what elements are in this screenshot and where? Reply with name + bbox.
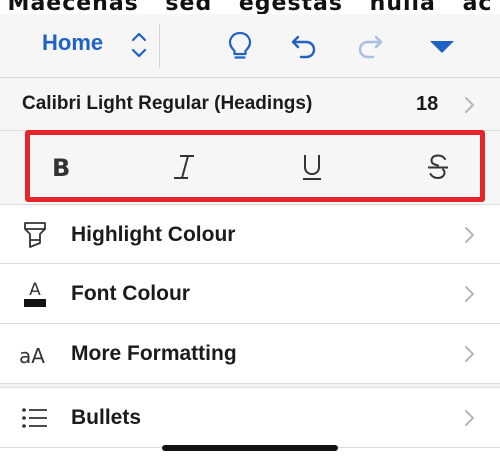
highlighter-icon (18, 219, 52, 251)
chevron-right-icon (463, 285, 475, 303)
highlight-colour-label: Highlight Colour (71, 223, 236, 246)
ribbon-toolbar: Home (0, 14, 500, 78)
bullets-label: Bullets (71, 406, 142, 429)
document-text-peek: Maecenas sed egestas nulla ac (0, 0, 500, 14)
font-colour-label: Font Colour (71, 282, 190, 305)
document-text: Maecenas sed egestas nulla ac (7, 0, 493, 14)
redo-icon[interactable] (352, 28, 388, 64)
chevron-right-icon (463, 345, 475, 363)
home-indicator[interactable] (162, 445, 338, 451)
chevron-up-down-icon[interactable] (128, 28, 150, 62)
font-size: 18 (416, 93, 439, 115)
highlight-colour-row[interactable]: Highlight Colour (0, 204, 500, 263)
undo-icon[interactable] (286, 28, 322, 64)
font-colour-row[interactable]: A Font Colour (0, 263, 500, 323)
font-selector-row[interactable]: Calibri Light Regular (Headings) 18 (0, 78, 500, 130)
ribbon-tab-home[interactable]: Home (42, 30, 103, 56)
chevron-right-icon (463, 96, 475, 114)
more-formatting-row[interactable]: aA More Formatting (0, 323, 500, 383)
highlight-annotation-box (25, 130, 485, 202)
lightbulb-icon[interactable] (222, 28, 258, 64)
more-formatting-label: More Formatting (71, 342, 237, 365)
font-colour-icon: A (18, 278, 52, 310)
font-colour-icon-letter: A (29, 280, 41, 300)
more-formatting-icon-text: aA (19, 344, 45, 368)
font-name: Calibri Light Regular (Headings) (22, 93, 313, 114)
bullet-list-icon (18, 402, 52, 434)
text-size-icon: aA (18, 338, 52, 370)
bullets-row[interactable]: Bullets (0, 387, 500, 447)
toolbar-divider (159, 24, 160, 68)
caret-down-icon[interactable] (424, 28, 460, 64)
chevron-right-icon (463, 409, 475, 427)
chevron-right-icon (463, 226, 475, 244)
